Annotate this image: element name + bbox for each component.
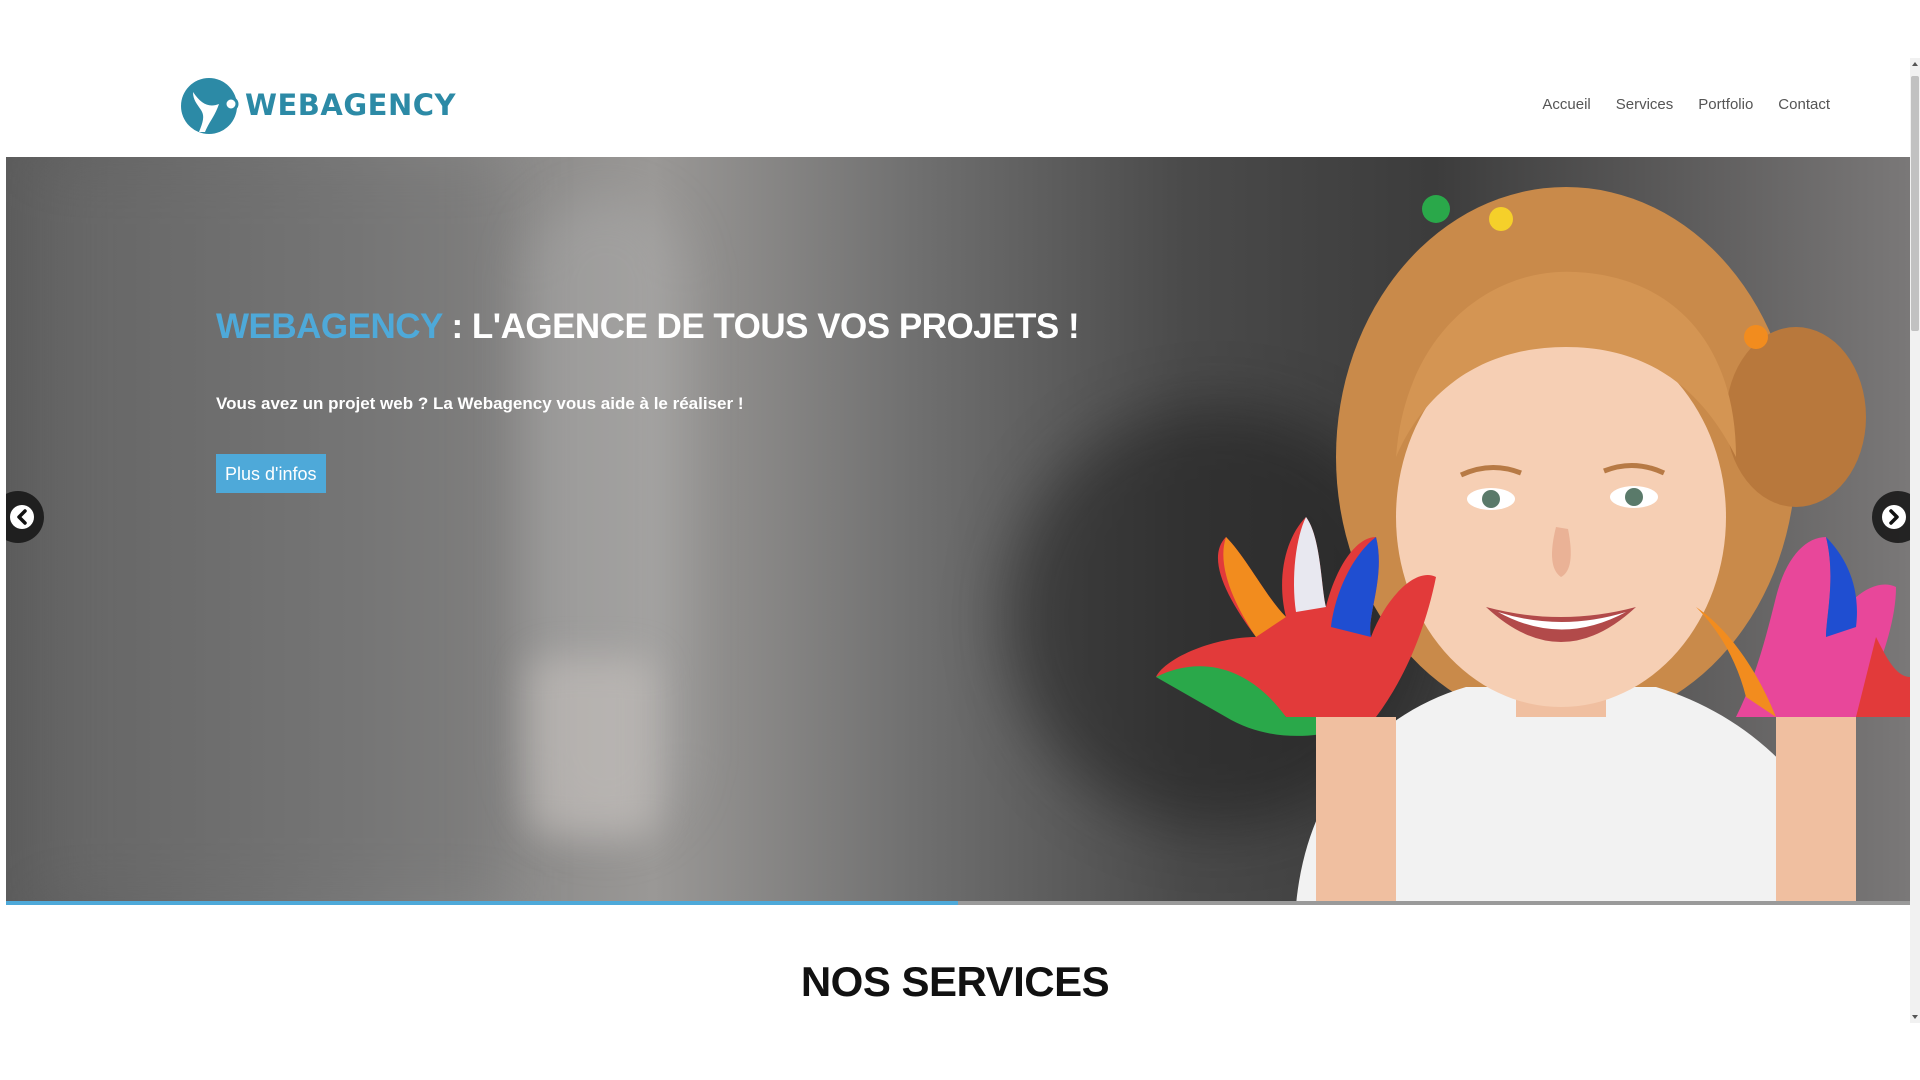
more-info-button[interactable]: Plus d'infos (216, 454, 326, 493)
site-header: WEBAGENCY Accueil Services Portfolio Con… (6, 0, 1910, 157)
logo[interactable]: WEBAGENCY (179, 74, 456, 136)
logo-text: WEBAGENCY (245, 88, 457, 122)
hero-background-blur (46, 157, 506, 905)
chevron-left-icon (10, 505, 34, 529)
hero-image-girl-painted-hands (1156, 187, 1910, 905)
hero-title-text: : L'AGENCE DE TOUS VOS PROJETS ! (442, 307, 1080, 346)
slider-next-button[interactable] (1872, 491, 1910, 543)
hero-content: WEBAGENCY : L'AGENCE DE TOUS VOS PROJETS… (216, 307, 1116, 493)
main-nav: Accueil Services Portfolio Contact (1517, 96, 1830, 113)
scroll-down-icon[interactable] (1912, 1015, 1918, 1019)
scrollbar-thumb[interactable] (1911, 76, 1919, 331)
slider-prev-button[interactable] (6, 491, 44, 543)
hero-slider: WEBAGENCY : L'AGENCE DE TOUS VOS PROJETS… (6, 157, 1910, 905)
nav-item-contact[interactable]: Contact (1778, 96, 1830, 113)
slider-progress-bar (6, 901, 1910, 905)
hero-background-blur (526, 657, 656, 837)
hero-title-brand: WEBAGENCY (216, 307, 443, 346)
nav-item-portfolio[interactable]: Portfolio (1698, 96, 1753, 113)
page: WEBAGENCY Accueil Services Portfolio Con… (0, 0, 1920, 1080)
scroll-up-icon[interactable] (1912, 62, 1918, 66)
logo-icon (181, 78, 239, 134)
chevron-right-icon (1882, 505, 1906, 529)
page-scrollbar[interactable] (1910, 58, 1920, 1023)
section-title-services: NOS SERVICES (800, 958, 1110, 1005)
nav-item-services[interactable]: Services (1616, 96, 1674, 113)
nav-item-accueil[interactable]: Accueil (1542, 96, 1590, 113)
hero-title: WEBAGENCY : L'AGENCE DE TOUS VOS PROJETS… (216, 307, 1116, 347)
hero-subtitle: Vous avez un projet web ? La Webagency v… (216, 394, 744, 413)
slider-progress-fill (6, 901, 958, 905)
